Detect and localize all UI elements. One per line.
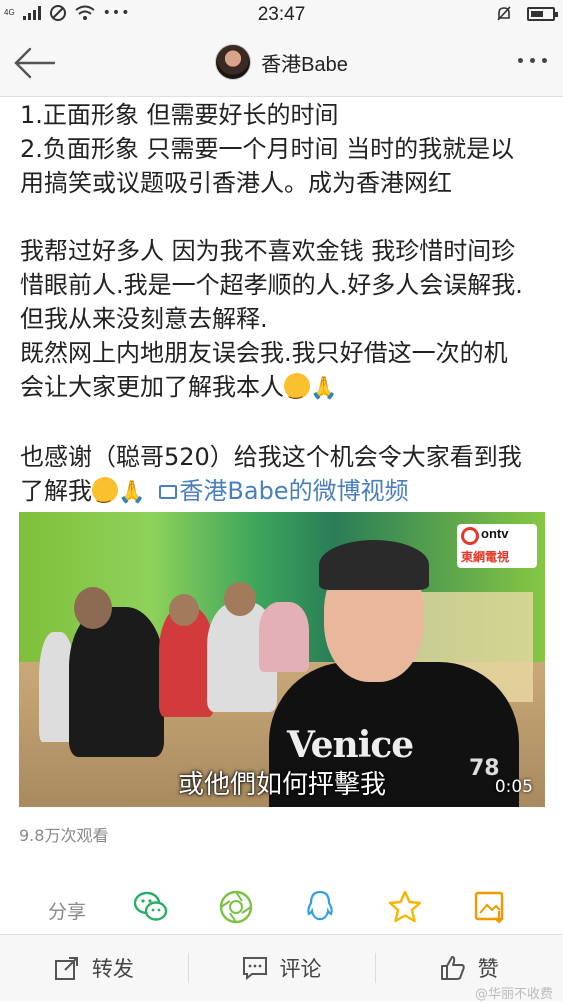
like-label: 赞 [477,957,499,981]
video-link-label: 香港Babe的微博视频 [179,477,409,505]
video-duration: 0:05 [494,777,533,797]
post-line-text: 会让大家更加了解我本人 [20,373,284,401]
post-body: 1.正面形象 但需要好长的时间 2.负面形象 只需要一个月时间 当时的我就是以 … [20,98,548,511]
moments-icon[interactable] [218,889,254,925]
repost-icon [54,957,78,980]
channel-logo-chinese: 東網電視 [461,550,510,564]
video-player[interactable]: Venice 78 ontv 東網電視 或他們如何抨擊我 0:05 [19,512,545,807]
pray-emoji-icon: 🙏 [118,480,146,505]
shirt-text: Venice [287,724,414,766]
channel-logo-name: ontv [481,526,509,541]
view-count: 9.8万次观看 [19,826,109,845]
share-row: 分享 [0,885,563,929]
share-label: 分享 [48,901,87,923]
post-line: 用搞笑或议题吸引香港人。成为香港网红 [20,169,452,197]
comment-label: 评论 [279,957,322,981]
repost-button[interactable]: 转发 [0,935,188,1001]
post-line: 了解我 🙏 香港Babe的微博视频 [20,474,548,511]
thumbs-up-icon [440,956,465,980]
avatar[interactable] [215,44,252,80]
mute-bell-icon [497,6,511,21]
video-icon [159,485,178,499]
video-link[interactable]: 香港Babe的微博视频 [159,477,409,505]
repost-label: 转发 [91,957,134,981]
post-line: 也感谢（聪哥520）给我这个机会令大家看到我 [20,443,522,471]
channel-logo: ontv 東網電視 [457,524,537,568]
smile-emoji-icon [92,477,118,511]
video-subtitle: 或他們如何抨擊我 [177,770,386,800]
post-line: 1.正面形象 但需要好长的时间 [20,101,339,129]
status-bar: 4G ••• 23:47 [0,0,563,30]
post-line: 2.负面形象 只需要一个月时间 当时的我就是以 [20,135,515,163]
comment-icon [242,957,267,980]
watermark: @华丽不收费 [474,987,553,1002]
battery-icon [527,7,558,21]
page-title[interactable]: 香港Babe [261,48,348,77]
post-line: 但我从来没刻意去解释. [20,305,268,333]
clock: 23:47 [257,4,306,25]
post-line: 我帮过好多人 因为我不喜欢金钱 我珍惜时间珍 [20,237,516,265]
qq-icon[interactable] [302,889,338,925]
post-line: 既然网上内地朋友误会我.我只好借这一次的机 [20,339,508,367]
post-line: 会让大家更加了解我本人 🙏 [20,370,548,407]
comment-button[interactable]: 评论 [187,935,376,1001]
qzone-icon[interactable] [387,889,423,925]
post-line: 惜眼前人.我是一个超孝顺的人.好多人会误解我. [20,271,523,299]
pray-emoji-icon: 🙏 [310,376,338,401]
nav-bar: 香港Babe [0,30,563,97]
wechat-icon[interactable] [133,889,169,925]
more-dots-icon[interactable] [518,58,547,63]
save-image-icon[interactable] [472,889,508,925]
post-line-text: 了解我 [20,477,92,505]
smile-emoji-icon [284,373,310,407]
